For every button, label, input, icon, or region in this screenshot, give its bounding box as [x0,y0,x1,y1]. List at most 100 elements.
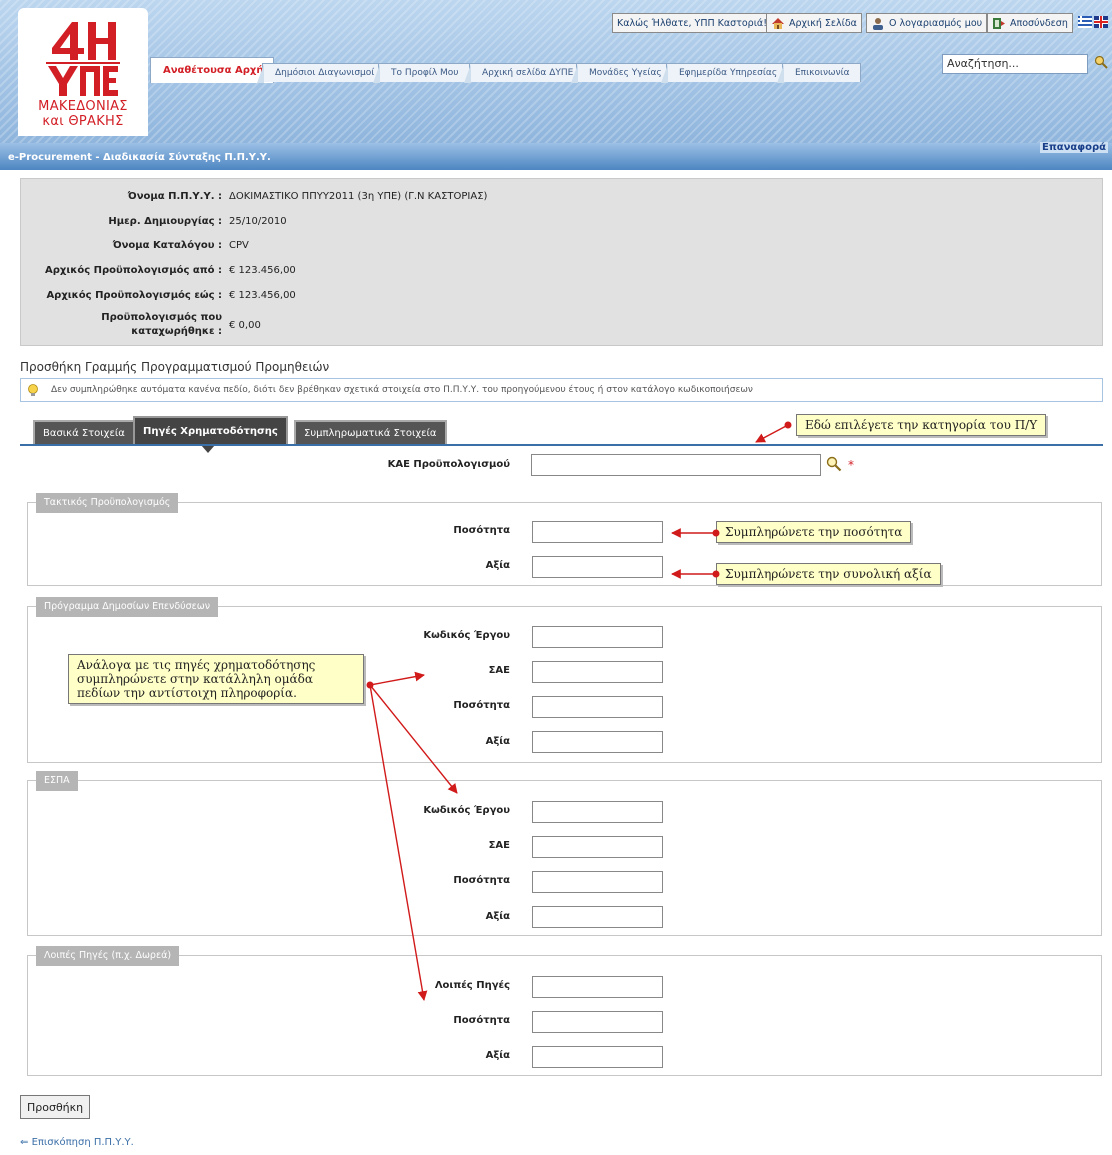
pie-project-code-label: Κωδικός Έργου [423,630,510,641]
info-label: Όνομα Π.Π.Υ.Υ. : [127,191,222,202]
callout-category: Εδώ επιλέγετε την κατηγορία του Π/Υ [796,414,1047,436]
regular-amount-input[interactable] [532,556,663,578]
logout-icon [993,17,1005,29]
home-icon [772,17,784,29]
page-title-bar: e-Procurement - Διαδικασία Σύνταξης Π.Π.… [0,142,1112,170]
info-row-catalog-name: Όνομα Καταλόγου : CPV [21,240,1102,260]
arrow-category [755,424,789,443]
espa-sae-input[interactable] [532,836,663,858]
other-quantity-input[interactable] [532,1011,663,1033]
welcome-label: Καλώς Ήλθατε, ΥΠΠ Καστοριά! [612,13,773,33]
espa-amount-input[interactable] [532,906,663,928]
language-switcher [1078,16,1108,28]
regular-quantity-label: Ποσότητα [453,525,510,536]
arrow-left-icon: ⇐ [20,1137,29,1148]
info-value: € 123.456,00 [229,290,296,301]
info-row-budget-from: Αρχικός Προϋπολογισμός από : € 123.456,0… [21,265,1102,285]
info-label: Όνομα Καταλόγου : [112,240,222,251]
tab-basic-info[interactable]: Βασικά Στοιχεία [33,420,135,445]
nav-tab-contracting-authority[interactable]: Αναθέτουσα Αρχή [150,57,275,83]
info-row-plan-name: Όνομα Π.Π.Υ.Υ. : ΔΟΚΙΜΑΣΤΙΚΟ ΠΠΥΥ2011 (3… [21,191,1102,211]
tabs-underline [20,444,1103,446]
other-quantity-label: Ποσότητα [453,1015,510,1026]
info-label: Ημερ. Δημιουργίας : [108,216,222,227]
other-amount-input[interactable] [532,1046,663,1068]
nav-tab-my-profile[interactable]: Το Προφίλ Μου [373,63,470,83]
info-row-registered-budget: Προϋπολογισμός που καταχωρήθηκε : € 0,00 [21,312,1102,344]
info-label: Αρχικός Προϋπολογισμός εώς : [46,290,222,301]
plan-info-panel: Όνομα Π.Π.Υ.Υ. : ΔΟΚΙΜΑΣΤΙΚΟ ΠΠΥΥ2011 (3… [20,178,1103,346]
info-value: 25/10/2010 [229,216,287,227]
espa-amount-label: Αξία [485,911,510,922]
reset-link[interactable]: Επαναφορά [1039,142,1108,153]
required-asterisk: * [848,458,854,472]
pie-sae-input[interactable] [532,661,663,683]
pie-amount-label: Αξία [485,736,510,747]
pie-amount-input[interactable] [532,731,663,753]
kae-search-icon[interactable] [826,456,842,472]
my-account-label: Ο λογαριασμός μου [889,17,983,29]
other-sources-input[interactable] [532,976,663,998]
greek-flag-icon[interactable] [1078,16,1092,28]
info-label: Αρχικός Προϋπολογισμός από : [44,265,222,276]
info-label: Προϋπολογισμός που [101,312,222,323]
fieldset-legend: ΕΣΠΑ [36,771,78,791]
callout-amount: Συμπληρώνετε την συνολική αξία [716,563,941,585]
tab-supplementary-info[interactable]: Συμπληρωματικά Στοιχεία [294,420,447,445]
search-icon[interactable] [1094,55,1108,69]
nav-tab-health-units[interactable]: Μονάδες Υγείας [571,63,673,83]
nav-tab-public-tenders[interactable]: Δημόσιοι Διαγωνισμοί [256,63,386,83]
tab-funding-sources[interactable]: Πηγές Χρηματοδότησης [133,416,288,453]
add-button[interactable]: Προσθήκη [20,1095,91,1119]
kae-input[interactable] [531,454,821,476]
espa-sae-label: ΣΑΕ [488,840,510,851]
english-flag-icon[interactable] [1094,16,1108,28]
nav-tab-service-gazette[interactable]: Εφημερίδα Υπηρεσίας [660,63,789,83]
my-account-link[interactable]: Ο λογαριασμός μου [866,13,988,33]
logo-text-line1: ΜΑΚΕΔΟΝΙΑΣ [38,99,128,114]
lightbulb-icon [28,384,38,396]
pie-quantity-input[interactable] [532,696,663,718]
info-value: € 123.456,00 [229,265,296,276]
fieldset-legend: Πρόγραμμα Δημοσίων Επενδύσεων [36,597,219,617]
hint-text: Δεν συμπληρώθηκε αυτόματα κανένα πεδίο, … [51,385,753,395]
back-link-label: Επισκόπηση Π.Π.Υ.Υ. [31,1137,134,1148]
logout-label: Αποσύνδεση [1010,17,1068,29]
logout-link[interactable]: Αποσύνδεση [987,13,1073,33]
fieldset-legend: Τακτικός Προϋπολογισμός [36,493,179,513]
back-to-overview-link[interactable]: ⇐ Επισκόπηση Π.Π.Υ.Υ. [20,1137,134,1148]
logo-emblem-icon [46,22,120,96]
welcome-text: Καλώς Ήλθατε, ΥΠΠ Καστοριά! [617,17,768,29]
info-value: CPV [229,240,249,251]
home-link[interactable]: Αρχική Σελίδα [766,13,862,33]
home-link-label: Αρχική Σελίδα [789,17,857,29]
callout-funding-sources: Ανάλογα με τις πηγές χρηματοδότησης συμπ… [68,654,364,704]
section-title: Προσθήκη Γραμμής Προγραμματισμού Προμηθε… [20,360,330,374]
espa-project-code-input[interactable] [532,801,663,823]
info-row-budget-to: Αρχικός Προϋπολογισμός εώς : € 123.456,0… [21,290,1102,310]
site-header: ΜΑΚΕΔΟΝΙΑΣ και ΘΡΑΚΗΣ Καλώς Ήλθατε, ΥΠΠ … [0,0,1112,143]
user-icon [873,17,883,30]
espa-quantity-label: Ποσότητα [453,875,510,886]
organization-logo[interactable]: ΜΑΚΕΔΟΝΙΑΣ και ΘΡΑΚΗΣ [18,8,148,136]
info-value: € 0,00 [229,320,261,331]
regular-quantity-input[interactable] [532,521,663,543]
callout-quantity: Συμπληρώνετε την ποσότητα [716,521,912,543]
other-amount-label: Αξία [485,1050,510,1061]
espa-project-code-label: Κωδικός Έργου [423,805,510,816]
logo-text-line2: και ΘΡΑΚΗΣ [42,114,124,129]
info-value: ΔΟΚΙΜΑΣΤΙΚΟ ΠΠΥΥ2011 (3η ΥΠΕ) (Γ.Ν ΚΑΣΤΟ… [229,191,488,202]
nav-tab-contact[interactable]: Επικοινωνία [777,63,861,83]
nav-tab-dype-home[interactable]: Αρχική σελίδα ΔΥΠΕ [463,63,585,83]
fieldset-legend: Λοιπές Πηγές (π.χ. Δωρεά) [36,946,180,966]
page-title: e-Procurement - Διαδικασία Σύνταξης Π.Π.… [8,152,271,163]
info-row-creation-date: Ημερ. Δημιουργίας : 25/10/2010 [21,216,1102,236]
espa-quantity-input[interactable] [532,871,663,893]
other-sources-label: Λοιπές Πηγές [434,980,510,991]
info-label: καταχωρήθηκε : [131,326,222,337]
search-input[interactable]: Αναζήτηση... [942,54,1088,74]
pie-project-code-input[interactable] [532,626,663,648]
regular-amount-label: Αξία [485,560,510,571]
kae-label: ΚΑΕ Προϋπολογισμού [387,459,510,470]
callout-anchor-dot [784,421,792,429]
